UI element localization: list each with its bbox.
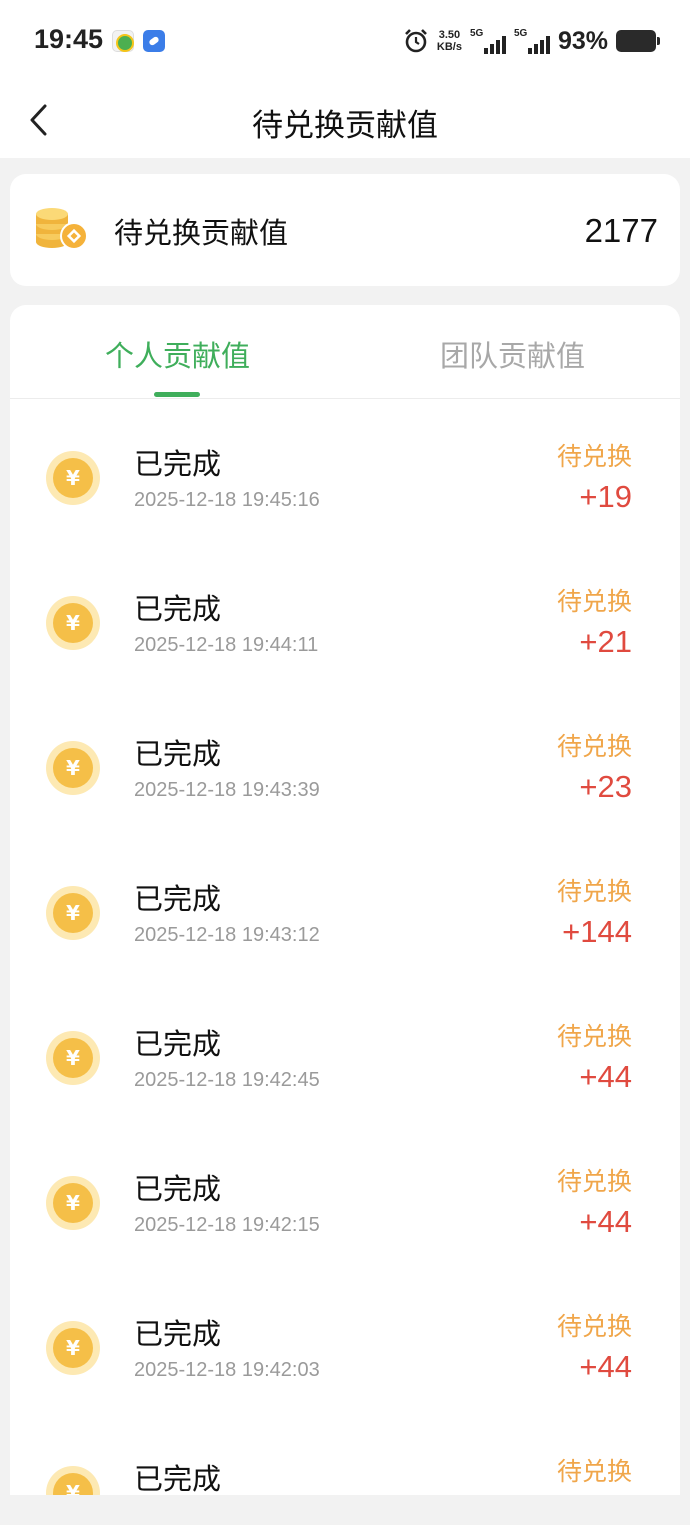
- list-item[interactable]: ¥ 已完成 2025-12-18 19:42:03 待兑换 +44: [10, 1269, 680, 1414]
- record-status: 已完成: [134, 737, 222, 771]
- records-panel: 个人贡献值 团队贡献值 ¥ 已完成 2025-12-18 19:45:16 待兑…: [10, 305, 680, 1495]
- record-status: 已完成: [134, 1027, 222, 1061]
- record-amount: +21: [579, 624, 632, 659]
- record-state: 待兑换: [556, 587, 632, 616]
- signal-5g-icon-2: 5G: [514, 28, 550, 54]
- record-status: 已完成: [134, 882, 222, 916]
- record-state: 待兑换: [556, 1022, 632, 1051]
- record-time: 2025-12-18 19:43:12: [134, 924, 320, 946]
- yen-coin-icon: ¥: [46, 886, 100, 940]
- record-time: 2025-12-18 19:45:16: [134, 489, 320, 511]
- list-item[interactable]: ¥ 已完成 2025-12-18 19:42:15 待兑换 +44: [10, 1124, 680, 1269]
- list-item[interactable]: ¥ 已完成 待兑换: [10, 1414, 680, 1495]
- record-state: 待兑换: [556, 1312, 632, 1341]
- battery-icon: [616, 30, 660, 52]
- record-state: 待兑换: [556, 1167, 632, 1196]
- yen-coin-icon: ¥: [46, 1321, 100, 1375]
- yen-coin-icon: ¥: [46, 1031, 100, 1085]
- record-amount: +144: [562, 914, 632, 949]
- list-item[interactable]: ¥ 已完成 2025-12-18 19:44:11 待兑换 +21: [10, 544, 680, 689]
- record-status: 已完成: [134, 1172, 222, 1206]
- list-item[interactable]: ¥ 已完成 2025-12-18 19:42:45 待兑换 +44: [10, 979, 680, 1124]
- yen-coin-icon: ¥: [46, 1176, 100, 1230]
- network-speed-value: 3.50: [438, 29, 461, 41]
- record-status: 已完成: [134, 592, 222, 626]
- summary-label: 待兑换贡献值: [114, 216, 289, 250]
- list-item[interactable]: ¥ 已完成 2025-12-18 19:43:39 待兑换 +23: [10, 689, 680, 834]
- record-state: 待兑换: [556, 877, 632, 906]
- record-status: 已完成: [134, 1462, 222, 1495]
- record-state: 待兑换: [556, 442, 632, 471]
- signal-5g-icon: 5G: [470, 28, 506, 54]
- network-speed: 3.50 KB/s: [437, 29, 462, 53]
- yen-coin-icon: ¥: [46, 1466, 100, 1495]
- record-amount: +44: [579, 1349, 632, 1384]
- tab-bar: 个人贡献值 团队贡献值: [10, 305, 680, 399]
- record-time: 2025-12-18 19:43:39: [134, 779, 320, 801]
- record-time: 2025-12-18 19:42:45: [134, 1069, 320, 1091]
- app-notification-icon-2: [143, 30, 165, 52]
- record-status: 已完成: [134, 1317, 222, 1351]
- record-state: 待兑换: [556, 732, 632, 761]
- record-status: 已完成: [134, 447, 222, 481]
- record-amount: +44: [579, 1059, 632, 1094]
- record-amount: +23: [579, 769, 632, 804]
- summary-card: 待兑换贡献值 2177: [10, 174, 680, 286]
- record-time: 2025-12-18 19:42:03: [134, 1359, 320, 1381]
- signal-label: 5G: [469, 28, 484, 39]
- page-title: 待兑换贡献值: [252, 108, 438, 144]
- summary-value: 2177: [584, 212, 658, 249]
- record-state: 待兑换: [556, 1457, 632, 1486]
- status-time: 19:45: [34, 24, 104, 54]
- signal-label-2: 5G: [513, 28, 528, 39]
- tab-personal[interactable]: 个人贡献值: [105, 333, 250, 375]
- nav-bar: 待兑换贡献值: [0, 82, 690, 158]
- record-amount: +44: [579, 1204, 632, 1239]
- battery-percentage: 93%: [557, 26, 608, 55]
- status-indicators: 3.50 KB/s 5G 5G 93%: [403, 24, 660, 58]
- yen-coin-icon: ¥: [46, 451, 100, 505]
- record-time: 2025-12-18 19:42:15: [134, 1214, 320, 1236]
- coins-stack-icon: [36, 208, 88, 250]
- record-time: 2025-12-18 19:44:11: [134, 634, 319, 656]
- tab-team[interactable]: 团队贡献值: [440, 333, 585, 375]
- network-speed-unit: KB/s: [436, 41, 462, 53]
- app-notification-icon: [112, 30, 134, 52]
- record-amount: +19: [579, 479, 632, 514]
- alarm-icon: [404, 29, 427, 53]
- list-item[interactable]: ¥ 已完成 2025-12-18 19:43:12 待兑换 +144: [10, 834, 680, 979]
- yen-coin-icon: ¥: [46, 596, 100, 650]
- active-tab-indicator: [154, 392, 200, 397]
- status-bar: 19:45 3.50 KB/s 5G 5G 93%: [0, 0, 690, 82]
- list-item[interactable]: ¥ 已完成 2025-12-18 19:45:16 待兑换 +19: [10, 399, 680, 544]
- yen-coin-icon: ¥: [46, 741, 100, 795]
